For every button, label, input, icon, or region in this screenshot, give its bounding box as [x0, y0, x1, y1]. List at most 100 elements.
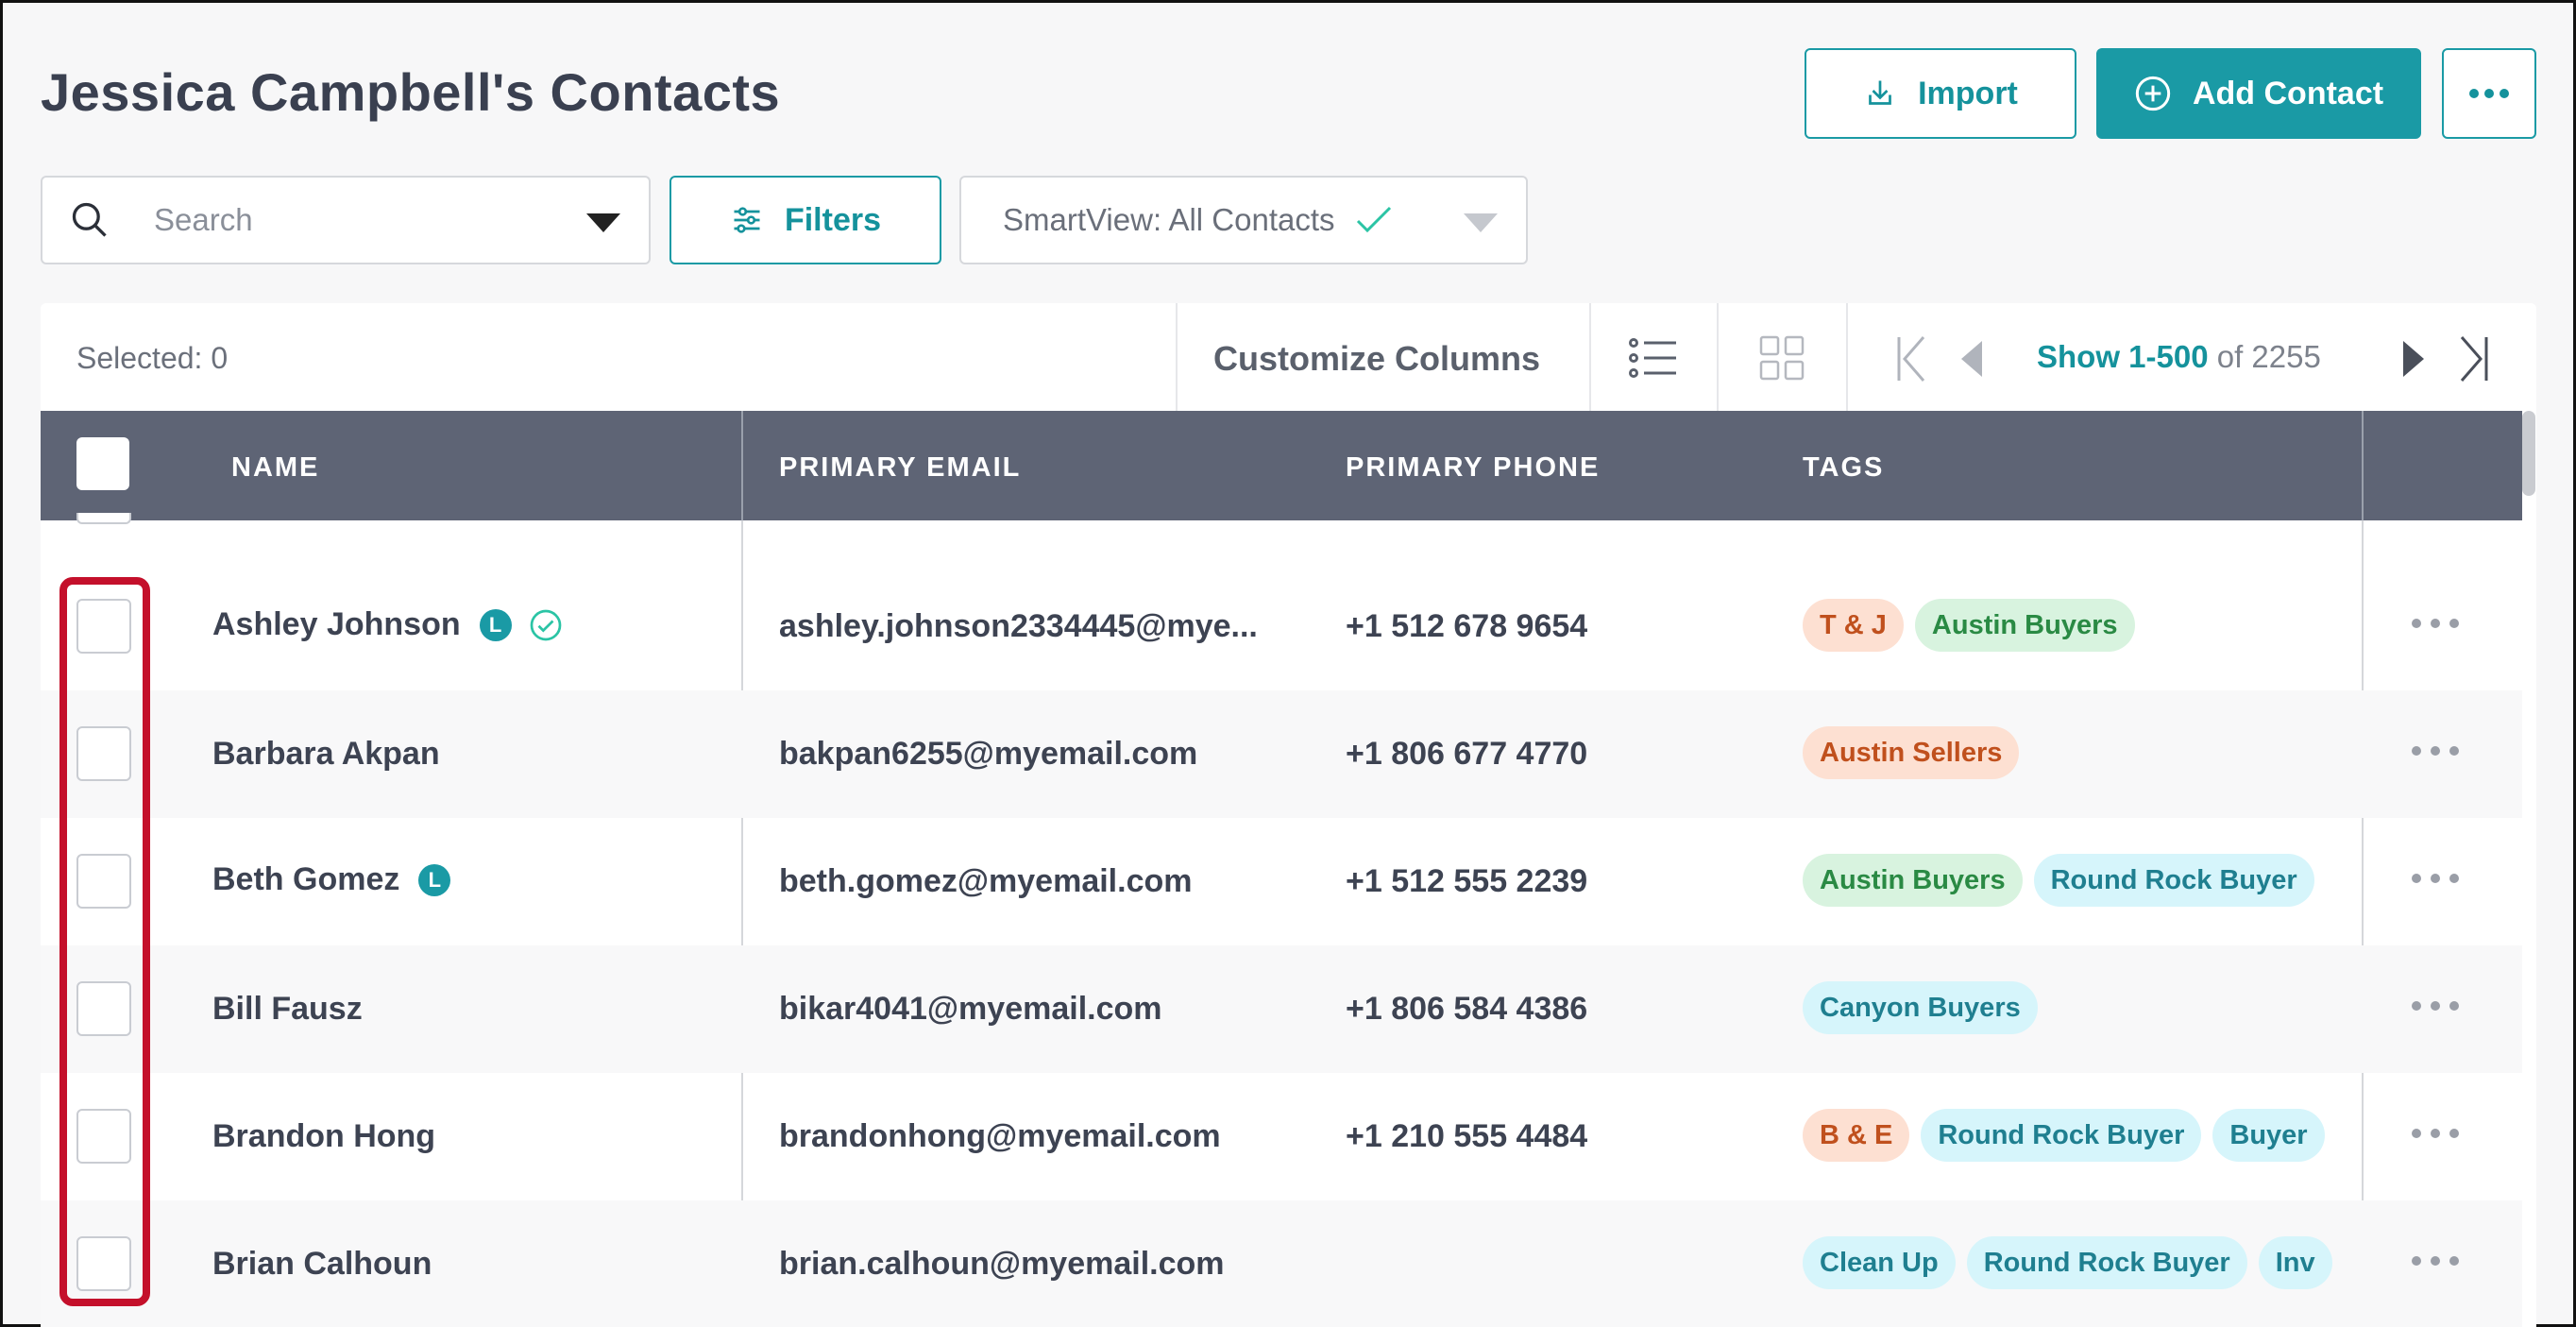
add-contact-label: Add Contact [2192, 75, 2384, 111]
tag[interactable]: B & E [1803, 1109, 1910, 1162]
table-scrollbar[interactable] [2522, 411, 2535, 496]
contact-email[interactable]: ashley.johnson2334445@mye... [779, 608, 1258, 645]
customize-columns-button[interactable]: Customize Columns [1213, 339, 1540, 379]
contact-name[interactable]: Ashley Johnson L [212, 606, 563, 643]
page-title: Jessica Campbell's Contacts [41, 62, 781, 122]
lead-badge: L [479, 608, 512, 641]
contact-email[interactable]: bikar4041@myemail.com [779, 991, 1162, 1028]
contact-tags: Clean Up Round Rock Buyer Inv [1803, 1236, 2337, 1289]
grid-view-icon[interactable] [1759, 335, 1805, 381]
contact-phone[interactable]: +1 806 677 4770 [1346, 736, 1587, 773]
contacts-panel: Selected: 0 Customize Columns Show 1-500 [41, 303, 2536, 1327]
tag[interactable]: Round Rock Buyer [1921, 1109, 2202, 1162]
contact-name-text: Brian Calhoun [212, 1246, 432, 1282]
select-all-checkbox[interactable] [76, 437, 129, 490]
chevron-down-icon [1464, 213, 1498, 232]
contact-tags: T & J Austin Buyers [1803, 599, 2337, 652]
tag[interactable]: Inv [2258, 1236, 2332, 1289]
download-icon [1869, 80, 1891, 105]
list-view-icon[interactable] [1629, 337, 1678, 379]
tag[interactable]: Canyon Buyers [1803, 981, 2038, 1034]
tag[interactable]: Buyer [2212, 1109, 2325, 1162]
selected-count: Selected: 0 [76, 341, 229, 375]
contact-phone[interactable]: +1 806 584 4386 [1346, 991, 1587, 1028]
contact-name[interactable]: Beth Gomez L [212, 861, 451, 898]
contact-name[interactable]: Barbara Akpan [212, 736, 440, 773]
row-more-icon[interactable] [2411, 1255, 2460, 1267]
contact-name-text: Beth Gomez [212, 861, 400, 897]
row-more-icon[interactable] [2411, 1128, 2460, 1139]
table-row[interactable]: Brandon Hong brandonhong@myemail.com +1 … [41, 1073, 2522, 1200]
column-header-tags[interactable]: TAGS [1803, 452, 1884, 484]
table-toolbar: Selected: 0 Customize Columns Show 1-500 [41, 303, 2536, 411]
column-divider [741, 411, 743, 520]
row-more-icon[interactable] [2411, 745, 2460, 757]
tag[interactable]: Clean Up [1803, 1236, 1956, 1289]
previous-page-icon[interactable] [1961, 341, 1982, 377]
toolbar-divider [1846, 303, 1848, 411]
row-more-icon[interactable] [2411, 618, 2460, 629]
toolbar-divider [1589, 303, 1591, 411]
pagination-status: Show 1-500 of 2255 [2037, 339, 2321, 375]
contact-name-text: Brandon Hong [212, 1118, 436, 1154]
sliders-icon [734, 207, 760, 233]
column-header-name[interactable]: NAME [231, 452, 319, 484]
table-row[interactable]: Barbara Akpan bakpan6255@myemail.com +1 … [41, 690, 2522, 818]
contact-email[interactable]: brian.calhoun@myemail.com [779, 1246, 1225, 1283]
tag[interactable]: T & J [1803, 599, 1904, 652]
next-page-icon[interactable] [2403, 341, 2424, 377]
column-header-phone[interactable]: PRIMARY PHONE [1346, 452, 1600, 484]
pager-range: Show 1-500 [2037, 339, 2209, 374]
last-page-icon[interactable] [2458, 335, 2490, 383]
more-options-button[interactable] [2442, 48, 2536, 139]
contact-email[interactable]: beth.gomez@myemail.com [779, 863, 1192, 900]
search-input[interactable] [154, 202, 569, 238]
table-row[interactable]: Brian Calhoun brian.calhoun@myemail.com … [41, 1200, 2522, 1327]
check-icon [1356, 206, 1391, 233]
lead-badge: L [418, 863, 451, 896]
import-button[interactable]: Import [1805, 48, 2076, 139]
tag[interactable]: Austin Buyers [1914, 599, 2135, 652]
table-header: NAME PRIMARY EMAIL PRIMARY PHONE TAGS [41, 411, 2522, 520]
first-page-icon[interactable] [1895, 335, 1927, 383]
tag[interactable]: Round Rock Buyer [2033, 854, 2314, 907]
contact-name[interactable]: Bill Fausz [212, 991, 363, 1028]
filters-button[interactable]: Filters [669, 176, 941, 264]
row-checkbox[interactable] [76, 513, 131, 524]
row-more-icon[interactable] [2411, 873, 2460, 884]
contact-phone[interactable]: +1 512 555 2239 [1346, 863, 1587, 900]
contact-name-text: Ashley Johnson [212, 606, 461, 642]
table-row[interactable]: Bill Fausz bikar4041@myemail.com +1 806 … [41, 945, 2522, 1073]
add-contact-button[interactable]: Add Contact [2096, 48, 2421, 139]
tag[interactable]: Austin Buyers [1803, 854, 2023, 907]
row-more-icon[interactable] [2411, 1000, 2460, 1012]
table-row[interactable]: Ashley Johnson L ashley.johnson2334445@m… [41, 563, 2522, 690]
chevron-down-icon[interactable] [586, 213, 620, 232]
contact-tags: B & E Round Rock Buyer Buyer [1803, 1109, 2337, 1162]
smartview-select[interactable]: SmartView: All Contacts [959, 176, 1528, 264]
contact-phone[interactable]: +1 210 555 4484 [1346, 1118, 1587, 1155]
contact-email[interactable]: bakpan6255@myemail.com [779, 736, 1197, 773]
filters-label: Filters [784, 201, 882, 238]
table-row[interactable]: Beth Gomez L beth.gomez@myemail.com +1 5… [41, 818, 2522, 945]
toolbar-divider [1176, 303, 1178, 411]
contact-name[interactable]: Brian Calhoun [212, 1246, 432, 1283]
verified-check-icon [530, 609, 561, 640]
search-icon [72, 202, 107, 237]
contact-email[interactable]: brandonhong@myemail.com [779, 1118, 1221, 1155]
search-box[interactable] [41, 176, 651, 264]
import-label: Import [1918, 75, 2018, 111]
contact-tags: Austin Buyers Round Rock Buyer [1803, 854, 2337, 907]
column-header-email[interactable]: PRIMARY EMAIL [779, 452, 1021, 484]
tag[interactable]: Austin Sellers [1803, 726, 2020, 779]
tag[interactable]: Round Rock Buyer [1966, 1236, 2247, 1289]
ellipsis-icon [2469, 89, 2509, 98]
smartview-label: SmartView: All Contacts [1003, 202, 1335, 237]
column-divider [2362, 411, 2364, 520]
app-frame: Jessica Campbell's Contacts Import Add C… [0, 0, 2576, 1327]
table-body: Ashley Johnson L ashley.johnson2334445@m… [41, 513, 2522, 1327]
contact-name[interactable]: Brandon Hong [212, 1118, 435, 1155]
contact-tags: Canyon Buyers [1803, 981, 2337, 1034]
contact-phone[interactable]: +1 512 678 9654 [1346, 608, 1587, 645]
pager-total: of 2255 [2208, 339, 2321, 374]
